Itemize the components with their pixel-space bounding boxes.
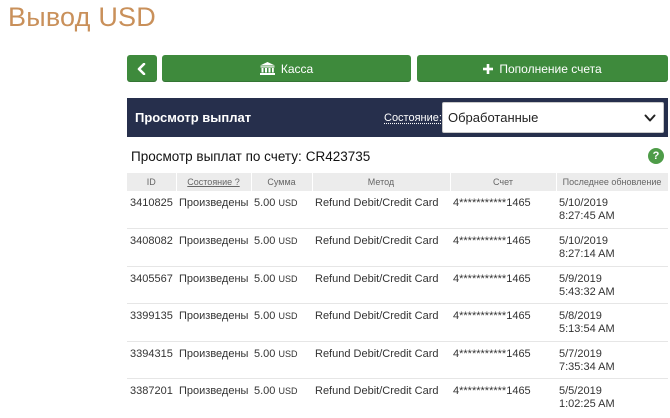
row-time: 5:43:32 AM	[559, 285, 615, 298]
row-id: 3408082	[127, 228, 176, 267]
row-time: 5:13:54 AM	[559, 323, 615, 335]
state-filter-label: Состояние:	[384, 112, 442, 124]
row-sum: 5.00 USD	[251, 266, 312, 304]
account-number: CR423735	[305, 149, 371, 164]
row-amount: 5.00	[254, 385, 276, 397]
row-method: Refund Debit/Credit Card	[312, 191, 450, 229]
row-date: 5/10/2019	[559, 197, 608, 209]
table-row[interactable]: 3410825 Произведены 5.00 USD Refund Debi…	[127, 191, 668, 229]
col-header-updated: Последнее обновление	[556, 173, 669, 191]
row-method: Refund Debit/Credit Card	[312, 266, 450, 304]
row-updated: 5/7/2019 7:35:34 AM	[556, 341, 668, 379]
row-currency: USD	[278, 348, 298, 359]
row-date: 5/7/2019	[559, 347, 602, 360]
row-account: 4***********1465	[450, 191, 556, 229]
row-method: Refund Debit/Credit Card	[315, 385, 439, 397]
row-currency: USD	[278, 386, 298, 396]
topup-button-label: Пополнение счета	[499, 61, 602, 76]
chevron-left-icon	[137, 62, 147, 75]
row-time: 8:27:14 AM	[559, 248, 615, 260]
col-header-sum: Сумма	[251, 173, 313, 191]
row-currency: USD	[278, 273, 298, 284]
state-filter-select[interactable]: Обработанные	[442, 102, 664, 133]
table-row[interactable]: 3399135 Произведены 5.00 USD Refund Debi…	[127, 303, 668, 342]
help-icon[interactable]: ?	[648, 148, 664, 164]
row-sum: 5.00 USD	[251, 341, 312, 379]
row-state: Произведены	[176, 228, 251, 267]
row-state: Произведены	[176, 341, 251, 379]
row-id: 3405567	[127, 266, 176, 304]
plus-icon	[483, 63, 494, 74]
row-sum: 5.00 USD	[251, 379, 312, 417]
page-title: Вывод USD	[8, 2, 156, 32]
row-sum: 5.00 USD	[251, 191, 312, 229]
payouts-panel-header: Просмотр выплат Состояние: Обработанные	[127, 98, 668, 137]
row-time: 1:02:25 AM	[559, 398, 615, 410]
row-account: 4***********1465	[450, 228, 556, 267]
row-id: 3387201	[130, 385, 173, 397]
row-id: 3410825	[127, 191, 176, 229]
row-date: 5/9/2019	[559, 272, 602, 285]
row-updated: 5/9/2019 5:43:32 AM	[556, 266, 668, 304]
row-state: Произведены	[179, 385, 249, 397]
table-header-row: ID Состояние ? Сумма Метод Счет Последне…	[127, 173, 669, 191]
row-account: 4***********1465	[453, 385, 531, 397]
row-updated: 5/5/2019 1:02:25 AM	[556, 379, 668, 417]
row-updated: 5/10/2019 8:27:14 AM	[556, 228, 668, 267]
kassa-button[interactable]: Касса	[162, 55, 411, 82]
table-row[interactable]: 3387201 Произведены 5.00 USD Refund Debi…	[127, 379, 668, 417]
row-amount: 5.00	[254, 235, 276, 247]
row-amount: 5.00	[254, 310, 276, 322]
topup-button[interactable]: Пополнение счета	[417, 55, 668, 82]
col-header-account: Счет	[450, 173, 557, 191]
table-row[interactable]: 3405567 Произведены 5.00 USD Refund Debi…	[127, 266, 668, 304]
row-amount: 5.00	[254, 347, 276, 360]
row-currency: USD	[278, 198, 298, 208]
payouts-table: ID Состояние ? Сумма Метод Счет Последне…	[127, 173, 669, 416]
state-filter-value: Обработанные	[448, 110, 539, 125]
row-updated: 5/8/2019 5:13:54 AM	[556, 303, 668, 342]
row-time: 8:27:45 AM	[559, 210, 615, 222]
row-currency: USD	[278, 311, 298, 321]
row-sum: 5.00 USD	[251, 303, 312, 342]
account-label: Просмотр выплат по счету:	[131, 149, 302, 164]
row-account: 4***********1465	[450, 266, 556, 304]
row-id: 3399135	[127, 303, 176, 342]
kassa-button-label: Касса	[280, 61, 314, 76]
account-subtitle: Просмотр выплат по счету: CR423735	[131, 149, 370, 164]
row-updated: 5/10/2019 8:27:45 AM	[556, 191, 668, 229]
row-date: 5/8/2019	[559, 310, 602, 322]
row-date: 5/10/2019	[559, 235, 608, 247]
col-header-state[interactable]: Состояние ?	[176, 173, 252, 191]
row-state: Произведены	[176, 303, 251, 342]
row-state: Произведены	[176, 191, 251, 229]
row-date: 5/5/2019	[559, 385, 602, 397]
row-id: 3394315	[127, 341, 176, 379]
table-row[interactable]: 3394315 Произведены 5.00 USD Refund Debi…	[127, 341, 668, 379]
row-time: 7:35:34 AM	[559, 360, 615, 373]
row-method: Refund Debit/Credit Card	[312, 303, 450, 342]
col-header-id: ID	[127, 173, 177, 191]
bank-icon	[259, 62, 275, 75]
row-account: 4***********1465	[450, 341, 556, 379]
chevron-down-icon	[644, 112, 656, 124]
row-sum: 5.00 USD	[251, 228, 312, 267]
col-header-method: Метод	[312, 173, 451, 191]
row-account: 4***********1465	[450, 303, 556, 342]
row-state: Произведены	[176, 266, 251, 304]
panel-title: Просмотр выплат	[135, 110, 252, 125]
row-currency: USD	[278, 236, 298, 246]
row-method: Refund Debit/Credit Card	[312, 341, 450, 379]
row-method: Refund Debit/Credit Card	[312, 228, 450, 267]
table-row[interactable]: 3408082 Произведены 5.00 USD Refund Debi…	[127, 228, 668, 267]
row-amount: 5.00	[254, 197, 276, 209]
col-header-state-label: Состояние ?	[187, 177, 240, 187]
back-button[interactable]	[127, 55, 157, 82]
row-amount: 5.00	[254, 272, 276, 285]
